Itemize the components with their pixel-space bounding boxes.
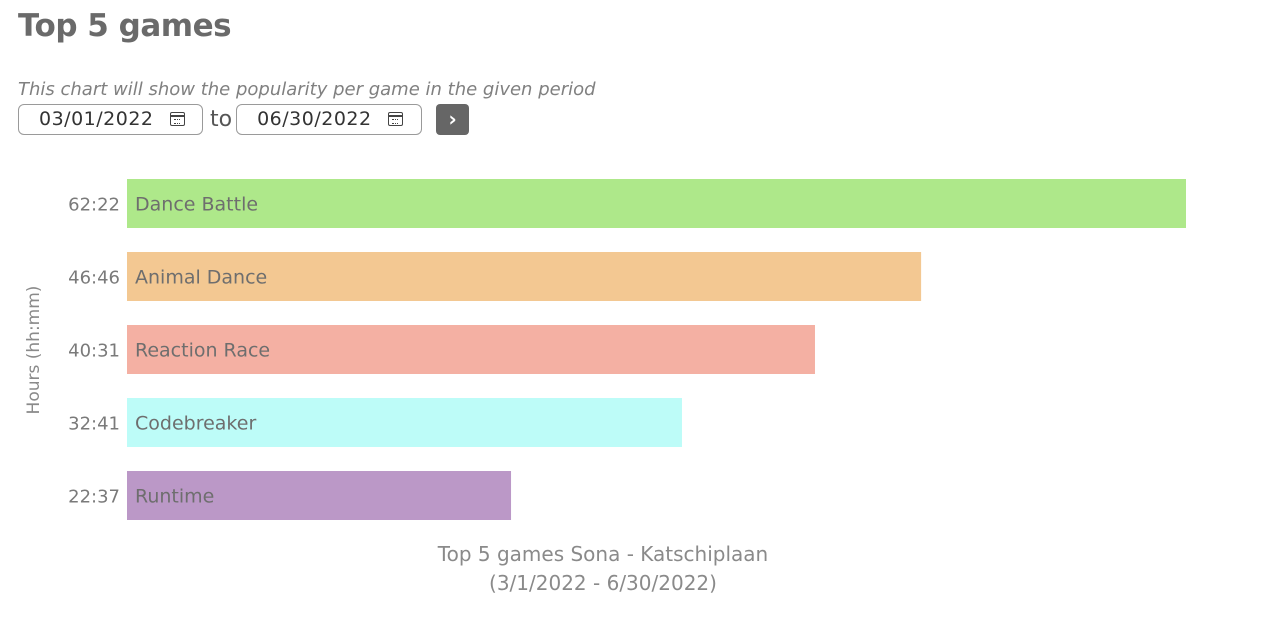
y-tick-label: 22:37 xyxy=(68,487,120,508)
bar-dance-battle xyxy=(127,179,1186,228)
bar-category-label: Animal Dance xyxy=(135,267,267,289)
y-tick-label: 32:41 xyxy=(68,414,120,435)
y-tick-label: 62:22 xyxy=(68,195,120,216)
chart-title: Top 5 games Sona - Katschiplaan xyxy=(437,542,768,566)
bar-chart: Dance Battle 62:22 Animal Dance 46:46 Reacti… xyxy=(24,179,1186,595)
bars-group: Dance Battle 62:22 Animal Dance 46:46 Reacti… xyxy=(68,179,1186,520)
bar-category-label: Runtime xyxy=(135,486,214,508)
bar-category-label: Reaction Race xyxy=(135,340,270,362)
y-tick-label: 40:31 xyxy=(68,341,120,362)
chart-subtitle: (3/1/2022 - 6/30/2022) xyxy=(489,571,717,595)
bar-category-label: Codebreaker xyxy=(135,413,256,435)
y-tick-label: 46:46 xyxy=(68,268,120,289)
y-axis-label: Hours (hh:mm) xyxy=(24,286,44,415)
bar-category-label: Dance Battle xyxy=(135,194,258,216)
